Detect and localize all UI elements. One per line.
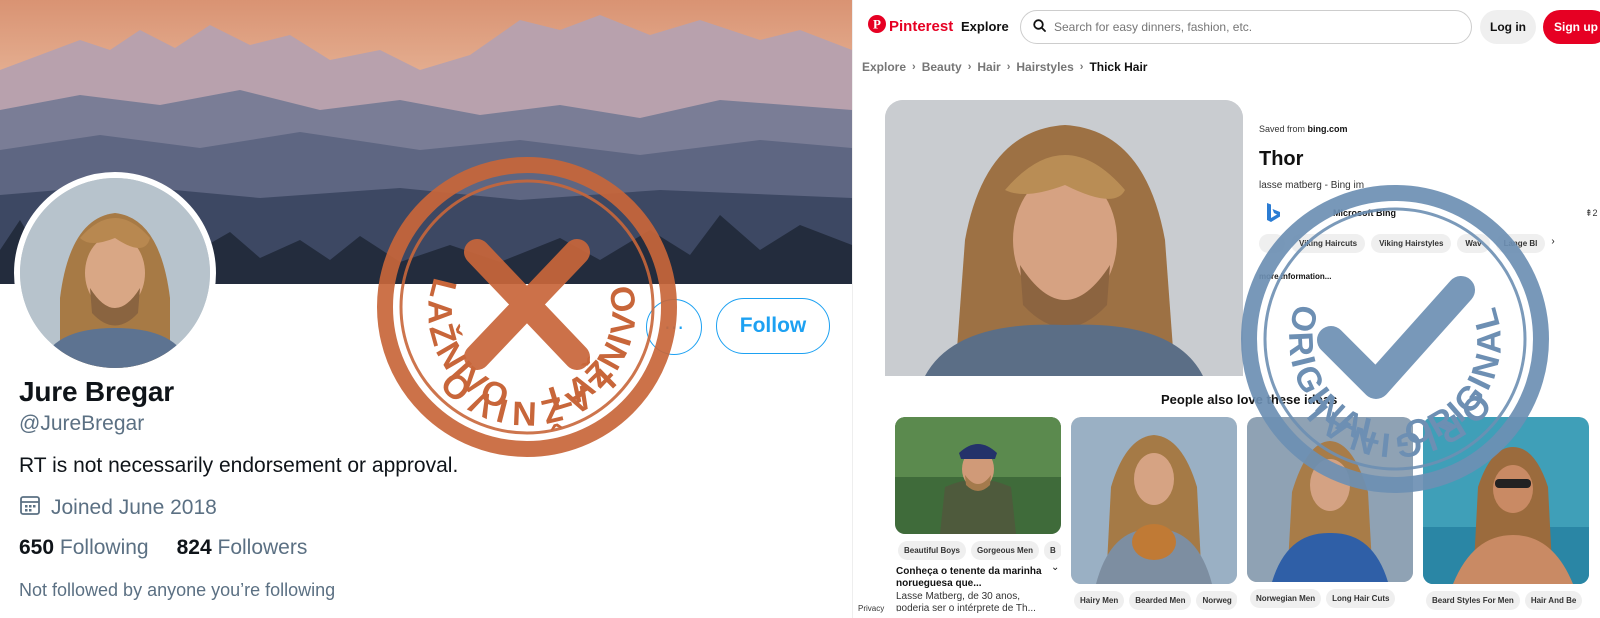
related-tag[interactable]: Norwegian Men bbox=[1250, 589, 1322, 608]
breadcrumb-item[interactable]: Beauty bbox=[922, 60, 962, 74]
signup-button[interactable]: Sign up bbox=[1543, 10, 1600, 44]
calendar-icon bbox=[19, 494, 41, 522]
explore-link[interactable]: Explore bbox=[961, 19, 1009, 34]
pinterest-p-icon: P bbox=[868, 15, 886, 37]
cross-icon bbox=[464, 239, 590, 370]
related-pin-image[interactable] bbox=[1071, 417, 1237, 584]
search-input[interactable]: Search for easy dinners, fashion, etc. bbox=[1020, 10, 1472, 44]
following-count: 650 bbox=[19, 536, 55, 559]
breadcrumb-item[interactable]: Explore bbox=[862, 60, 906, 74]
svg-text:P: P bbox=[873, 17, 881, 32]
pinterest-logo[interactable]: P Pinterest bbox=[868, 15, 953, 37]
related-pin-card[interactable]: Hairy Men Bearded Men Norweg bbox=[1071, 417, 1237, 610]
followers-stat[interactable]: 824 Followers bbox=[177, 536, 308, 560]
saved-from-label: Saved from bbox=[1259, 124, 1308, 134]
related-pin-tags: Norwegian Men Long Hair Cuts bbox=[1247, 589, 1413, 608]
breadcrumb-current: Thick Hair bbox=[1089, 60, 1148, 74]
pin-image[interactable] bbox=[885, 100, 1243, 376]
related-pin-description: Lasse Matberg, de 30 anos, poderia ser o… bbox=[896, 591, 1036, 614]
related-tag[interactable]: Beautiful Boys bbox=[898, 541, 967, 560]
fake-stamp: LAŽNIVO LAŽNIVO LAŽNIVO bbox=[372, 152, 682, 462]
followers-count: 824 bbox=[176, 536, 212, 559]
login-button[interactable]: Log in bbox=[1480, 10, 1536, 44]
saved-from: Saved from bing.com bbox=[1259, 124, 1348, 134]
pinterest-header: P Pinterest Explore Search for easy dinn… bbox=[853, 0, 1600, 54]
related-tag[interactable]: Long Hair Cuts bbox=[1326, 589, 1396, 608]
chevron-right-icon: › bbox=[1079, 61, 1084, 73]
chevron-right-icon: › bbox=[1006, 61, 1011, 73]
profile-handle: @JureBregar bbox=[19, 412, 145, 435]
related-tag[interactable]: Bearded Men bbox=[1129, 591, 1192, 610]
privacy-link[interactable]: Privacy bbox=[858, 604, 884, 613]
follow-button[interactable]: Follow bbox=[716, 298, 830, 354]
chevron-right-icon: › bbox=[912, 61, 916, 73]
checkmark-icon bbox=[1317, 276, 1475, 399]
related-tag[interactable]: Norweg bbox=[1196, 591, 1237, 610]
following-label: Following bbox=[59, 536, 149, 559]
related-tag[interactable]: Beard Styles For Men bbox=[1426, 591, 1520, 610]
not-followed-note: Not followed by anyone you’re following bbox=[19, 580, 336, 600]
follow-stats: 650 Following 824 Followers bbox=[19, 536, 307, 560]
related-tag[interactable]: B bbox=[1044, 541, 1061, 560]
related-pin-tags: Beautiful Boys Gorgeous Men B bbox=[895, 541, 1061, 560]
chevron-right-icon: › bbox=[967, 61, 972, 73]
pin-icon: ⇞ bbox=[1585, 208, 1593, 218]
pin-count: ⇞2 bbox=[1585, 208, 1598, 219]
pinterest-brand: Pinterest bbox=[889, 17, 954, 35]
search-icon bbox=[1033, 19, 1046, 35]
related-pin-image[interactable] bbox=[895, 417, 1061, 534]
breadcrumb-item[interactable]: Hair bbox=[977, 60, 1000, 74]
chevron-down-icon[interactable]: ⌄ bbox=[1051, 562, 1059, 573]
profile-avatar[interactable] bbox=[14, 172, 216, 374]
breadcrumb-item[interactable]: Hairstyles bbox=[1016, 60, 1073, 74]
joined-label: Joined June 2018 bbox=[51, 496, 217, 519]
breadcrumb: Explore › Beauty › Hair › Hairstyles › T… bbox=[862, 60, 1147, 74]
related-tag[interactable]: Gorgeous Men bbox=[971, 541, 1040, 560]
related-pin-tags: Hairy Men Bearded Men Norweg bbox=[1071, 591, 1237, 610]
related-pin-title[interactable]: Conheça o tenente da marinha norueguesa … bbox=[895, 566, 1055, 590]
original-stamp: ORIGINAL ORIGINAL ORIGINAL bbox=[1236, 180, 1554, 498]
saved-from-link[interactable]: bing.com bbox=[1308, 124, 1348, 134]
following-stat[interactable]: 650 Following bbox=[19, 536, 149, 560]
pin-title: Thor bbox=[1259, 148, 1304, 170]
related-tag[interactable]: Hairy Men bbox=[1074, 591, 1125, 610]
related-tag[interactable]: Hair And Be bbox=[1524, 591, 1583, 610]
joined-date: Joined June 2018 bbox=[19, 494, 217, 522]
related-pin-card[interactable]: Beautiful Boys Gorgeous Men B Conheça o … bbox=[895, 417, 1061, 615]
related-pin-tags: Beard Styles For Men Hair And Be bbox=[1423, 591, 1589, 610]
profile-name: Jure Bregar bbox=[19, 376, 174, 407]
search-placeholder: Search for easy dinners, fashion, etc. bbox=[1054, 20, 1253, 34]
followers-label: Followers bbox=[217, 536, 308, 559]
pin-count-value: 2 bbox=[1592, 208, 1598, 218]
